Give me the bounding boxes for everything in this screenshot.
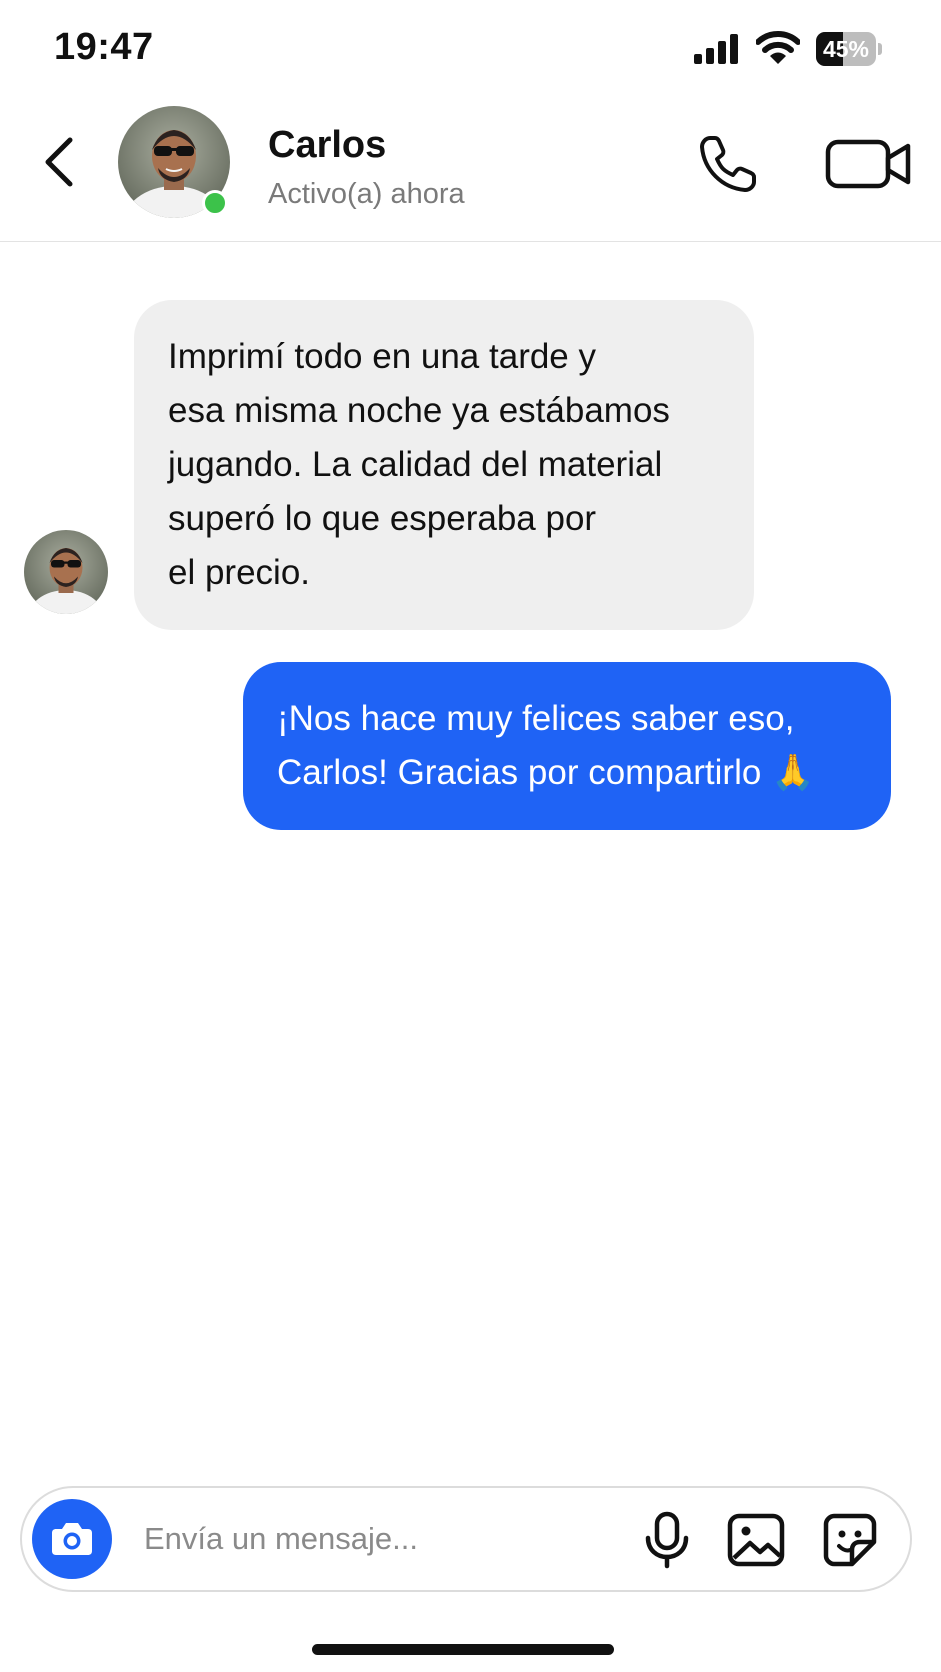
message-text-line: el precio. — [168, 553, 311, 592]
online-status-dot — [202, 190, 228, 216]
message-text-line: Imprimí todo en una tarde y — [168, 337, 596, 376]
camera-button[interactable] — [32, 1499, 112, 1579]
message-composer — [20, 1486, 912, 1592]
camera-icon — [52, 1523, 92, 1555]
cellular-signal-icon — [694, 34, 738, 64]
contact-name[interactable]: Carlos — [268, 124, 386, 167]
battery-indicator: 45% — [816, 32, 882, 66]
status-bar: 19:47 45% — [0, 0, 941, 96]
video-camera-icon[interactable] — [824, 132, 916, 196]
outgoing-message-bubble[interactable]: ¡Nos hace muy felices saber eso, Carlos!… — [243, 662, 891, 830]
contact-avatar[interactable] — [118, 106, 230, 218]
home-indicator[interactable] — [312, 1644, 614, 1655]
battery-percent: 45% — [822, 36, 870, 62]
back-button[interactable] — [36, 132, 84, 192]
chat-header: Carlos Activo(a) ahora — [0, 96, 941, 242]
image-gallery-icon[interactable] — [726, 1512, 786, 1568]
message-text-line: esa misma noche ya estábamos — [168, 391, 670, 430]
status-time: 19:47 — [54, 26, 154, 68]
sender-avatar[interactable] — [24, 530, 108, 614]
sticker-icon[interactable] — [822, 1512, 878, 1568]
message-text-line: ¡Nos hace muy felices saber eso, — [277, 699, 795, 738]
contact-status: Activo(a) ahora — [268, 178, 465, 210]
message-text-line: Carlos! Gracias por compartirlo 🙏 — [277, 753, 815, 792]
wifi-icon — [756, 31, 800, 64]
microphone-icon[interactable] — [640, 1510, 694, 1570]
message-input[interactable] — [144, 1512, 604, 1566]
phone-icon[interactable] — [696, 132, 760, 196]
message-text-line: superó lo que esperaba por — [168, 499, 597, 538]
message-text-line: jugando. La calidad del material — [168, 445, 663, 484]
incoming-message-bubble[interactable]: Imprimí todo en una tarde y esa misma no… — [134, 300, 754, 630]
